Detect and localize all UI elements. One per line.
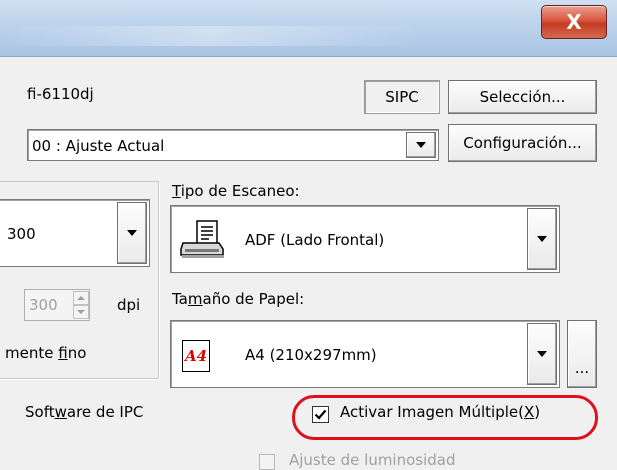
quality-label[interactable]: mente fino bbox=[5, 344, 86, 362]
paper-size-dropdown[interactable]: A4 A4 (210x297mm) bbox=[170, 320, 560, 388]
luminosity-label: Ajuste de luminosidad bbox=[289, 451, 456, 469]
title-bar-shine bbox=[0, 26, 420, 46]
spin-up-icon bbox=[77, 296, 85, 300]
sipc-label: SIPC bbox=[385, 88, 419, 106]
resolution-dropdown[interactable]: 300 bbox=[0, 199, 150, 267]
close-button[interactable]: X bbox=[541, 5, 607, 39]
resolution-custom-value: 300 bbox=[29, 296, 58, 314]
profile-dropdown[interactable]: 00 : Ajuste Actual bbox=[27, 129, 439, 161]
paper-size-more-label: ... bbox=[574, 359, 590, 377]
scan-type-label-accel: T bbox=[172, 182, 181, 200]
multi-image-label[interactable]: Activar Imagen Múltiple(X) bbox=[340, 403, 540, 421]
paper-size-value: A4 (210x297mm) bbox=[245, 346, 377, 364]
ipc-label-rest: are de IPC bbox=[66, 403, 144, 421]
paper-size-more-button[interactable]: ... bbox=[567, 320, 597, 388]
paper-size-label-accel: m bbox=[187, 290, 203, 308]
configuration-button[interactable]: Configuración... bbox=[448, 124, 597, 162]
paper-size-label-rest: año de Papel: bbox=[202, 290, 305, 308]
close-icon: X bbox=[566, 10, 582, 34]
sipc-indicator: SIPC bbox=[364, 80, 440, 114]
scan-type-dropdown-arrow[interactable] bbox=[527, 208, 557, 270]
title-bar bbox=[0, 0, 617, 57]
ipc-software-label[interactable]: Software de IPC bbox=[25, 403, 143, 421]
resolution-spin-down[interactable] bbox=[73, 305, 89, 319]
quality-label-accel: f bbox=[58, 344, 68, 362]
quality-label-suffix: ino bbox=[67, 344, 87, 362]
resolution-unit: dpi bbox=[117, 296, 141, 314]
paper-size-label: Tamaño de Papel: bbox=[172, 290, 304, 308]
multi-image-checkbox[interactable] bbox=[312, 406, 329, 423]
device-name: fi-6110dj bbox=[27, 85, 94, 103]
resolution-value: 300 bbox=[7, 225, 36, 243]
multi-image-label-text: Activar Imagen Múltiple( bbox=[340, 403, 524, 421]
scan-type-label-rest: ipo de Escaneo: bbox=[180, 182, 300, 200]
scanner-icon bbox=[179, 219, 229, 261]
paper-a4-icon: A4 bbox=[182, 340, 210, 372]
scan-type-label: Tipo de Escaneo: bbox=[172, 182, 300, 200]
luminosity-checkbox[interactable] bbox=[259, 454, 275, 470]
spin-down-icon bbox=[77, 310, 85, 314]
checkmark-icon bbox=[314, 409, 327, 420]
resolution-custom-input[interactable]: 300 bbox=[24, 289, 90, 321]
resolution-dropdown-arrow[interactable] bbox=[117, 202, 147, 264]
paper-a4-badge: A4 bbox=[184, 347, 208, 365]
paper-size-dropdown-arrow[interactable] bbox=[527, 323, 557, 385]
profile-dropdown-arrow[interactable] bbox=[406, 132, 436, 158]
scan-type-dropdown[interactable]: ADF (Lado Frontal) bbox=[170, 205, 560, 273]
ipc-label-accel: w bbox=[54, 403, 67, 421]
quality-label-prefix: mente bbox=[5, 344, 59, 362]
configuration-button-label: Configuración... bbox=[463, 134, 582, 152]
resolution-spin-up[interactable] bbox=[73, 291, 89, 305]
multi-image-label-close: ) bbox=[534, 403, 541, 421]
paper-size-label-prefix: Ta bbox=[172, 290, 188, 308]
ipc-label-prefix: Soft bbox=[25, 403, 55, 421]
profile-value: 00 : Ajuste Actual bbox=[32, 137, 165, 155]
selection-button-label: Selección... bbox=[479, 88, 566, 106]
selection-button[interactable]: Selección... bbox=[448, 80, 597, 114]
scan-type-value: ADF (Lado Frontal) bbox=[245, 231, 385, 249]
multi-image-label-accel: X bbox=[523, 403, 535, 421]
